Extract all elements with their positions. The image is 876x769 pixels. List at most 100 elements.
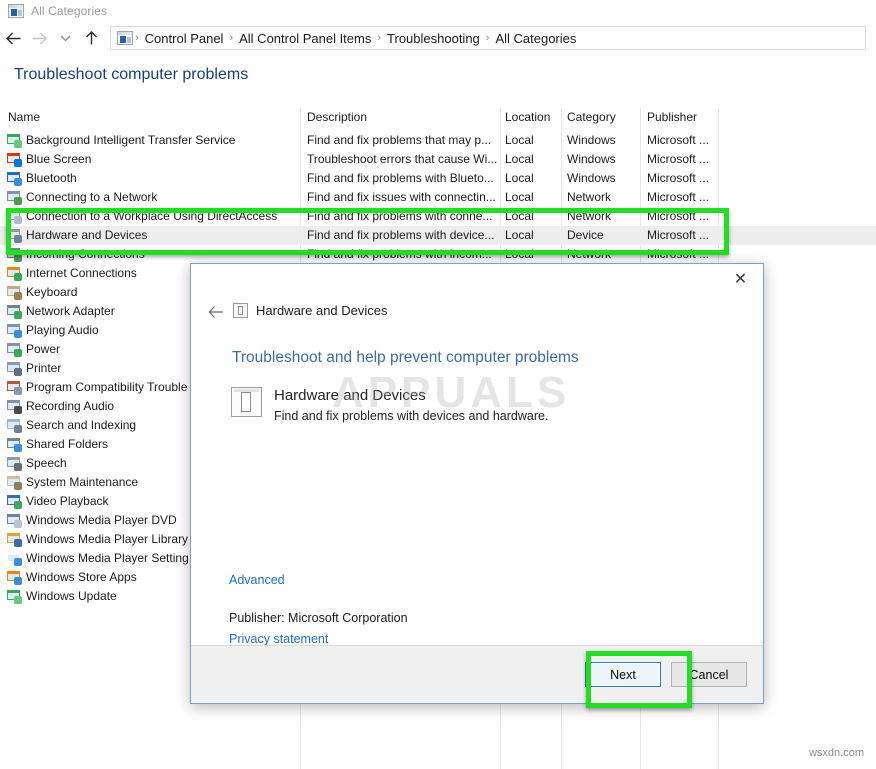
- table-row[interactable]: Blue Screen Troubleshoot errors that caus…: [0, 150, 876, 169]
- speech-icon: [7, 456, 22, 471]
- list-column-headers: Name Description Location Category Publi…: [0, 110, 876, 128]
- workplace-icon: [7, 209, 22, 224]
- next-button[interactable]: Next: [585, 662, 661, 687]
- cell-name: Program Compatibility Trouble: [26, 380, 188, 394]
- table-row[interactable]: Connection to a Workplace Using DirectAc…: [0, 207, 876, 226]
- bits-icon: [7, 133, 22, 148]
- control-panel-icon: [8, 4, 24, 18]
- cell-description: Find and fix problems that may p...: [307, 133, 492, 147]
- cell-name: Network Adapter: [26, 304, 115, 318]
- cell-publisher: Microsoft ...: [647, 228, 710, 242]
- cell-name: Windows Media Player DVD: [26, 513, 177, 527]
- address-control-panel-icon: [117, 31, 133, 45]
- column-header-category[interactable]: Category: [567, 110, 616, 124]
- internet-icon: [7, 266, 22, 281]
- cell-name: Printer: [26, 361, 62, 375]
- dialog-footer: Next Cancel: [191, 645, 763, 703]
- cell-location: Local: [505, 133, 534, 147]
- printer-icon: [7, 361, 22, 376]
- cell-category: Windows: [567, 171, 616, 185]
- window-title: All Categories: [31, 4, 108, 18]
- cell-location: Local: [505, 209, 534, 223]
- breadcrumb-all-categories[interactable]: All Categories: [491, 31, 580, 46]
- table-row[interactable]: Incoming Connections Find and fix problem…: [0, 245, 876, 264]
- cell-publisher: Microsoft ...: [647, 133, 710, 147]
- incoming-icon: [7, 247, 22, 262]
- dialog-title: Hardware and Devices: [256, 303, 388, 318]
- network-icon: [7, 190, 22, 205]
- cell-name: Power: [26, 342, 61, 356]
- cell-name: Background Intelligent Transfer Service: [26, 133, 236, 147]
- keyboard-icon: [7, 285, 22, 300]
- column-header-location[interactable]: Location: [505, 110, 550, 124]
- watermark-corner: wsxdn.com: [808, 747, 864, 759]
- column-header-description[interactable]: Description: [307, 110, 367, 124]
- table-row[interactable]: Bluetooth Find and fix problems with Blue…: [0, 169, 876, 188]
- bluetooth-icon: [7, 171, 22, 186]
- cell-publisher: Microsoft ...: [647, 247, 710, 261]
- table-row[interactable]: Background Intelligent Transfer Service F…: [0, 131, 876, 150]
- cell-name: Windows Media Player Library: [26, 532, 189, 546]
- cell-name: System Maintenance: [26, 475, 139, 489]
- dialog-publisher: Publisher: Microsoft Corporation: [229, 611, 408, 625]
- cell-location: Local: [505, 228, 534, 242]
- program-compat-icon: [7, 380, 22, 395]
- cell-name: Bluetooth: [26, 171, 77, 185]
- cell-name: Blue Screen: [26, 152, 92, 166]
- column-header-name[interactable]: Name: [8, 110, 40, 124]
- dialog-back-arrow-icon[interactable]: [203, 299, 229, 325]
- table-row[interactable]: Connecting to a Network Find and fix issu…: [0, 188, 876, 207]
- cell-category: Device: [567, 228, 604, 242]
- column-header-publisher[interactable]: Publisher: [647, 110, 697, 124]
- cell-publisher: Microsoft ...: [647, 190, 710, 204]
- power-icon: [7, 342, 22, 357]
- cell-location: Local: [505, 190, 534, 204]
- cell-name: Internet Connections: [26, 266, 137, 280]
- breadcrumb-all-control-panel-items[interactable]: All Control Panel Items: [235, 31, 375, 46]
- privacy-statement-link[interactable]: Privacy statement: [229, 632, 328, 646]
- breadcrumb-separator: ›: [377, 32, 382, 44]
- cell-name: Windows Media Player Setting: [26, 551, 189, 565]
- cell-location: Local: [505, 152, 534, 166]
- breadcrumb-troubleshooting[interactable]: Troubleshooting: [383, 31, 484, 46]
- cell-name: Search and Indexing: [26, 418, 137, 432]
- back-arrow-icon[interactable]: [0, 25, 26, 51]
- breadcrumb-control-panel[interactable]: Control Panel: [141, 31, 228, 46]
- store-icon: [7, 570, 22, 585]
- cell-description: Find and fix problems with incom...: [307, 247, 492, 261]
- system-maintenance-icon: [7, 475, 22, 490]
- windows-update-icon: [7, 589, 22, 604]
- dialog-heading: Troubleshoot and help prevent computer p…: [232, 349, 579, 366]
- chevron-down-icon[interactable]: [52, 25, 78, 51]
- cell-location: Local: [505, 171, 534, 185]
- cell-name: Windows Store Apps: [26, 570, 137, 584]
- breadcrumb-separator: ›: [135, 32, 139, 44]
- cell-name: Video Playback: [26, 494, 109, 508]
- address-bar[interactable]: › Control Panel › All Control Panel Item…: [110, 26, 866, 50]
- windows-logo-icon: [7, 152, 22, 167]
- table-row[interactable]: Hardware and Devices Find and fix problem…: [0, 226, 876, 245]
- cell-description: Find and fix problems with conne...: [307, 209, 493, 223]
- device-icon: [231, 387, 262, 417]
- search-icon: [7, 418, 22, 433]
- cell-name: Hardware and Devices: [26, 228, 148, 242]
- shared-folders-icon: [7, 437, 22, 452]
- dialog-title-row: Hardware and Devices: [233, 303, 388, 318]
- forward-arrow-icon[interactable]: [26, 25, 52, 51]
- cell-description: Find and fix problems with device...: [307, 228, 495, 242]
- cancel-button[interactable]: Cancel: [671, 662, 747, 687]
- cell-name: Recording Audio: [26, 399, 115, 413]
- cell-name: Keyboard: [26, 285, 78, 299]
- close-icon[interactable]: ✕: [718, 264, 763, 294]
- cell-location: Local: [505, 247, 534, 261]
- troubleshooter-dialog: ✕ Hardware and Devices Troubleshoot and …: [190, 263, 764, 704]
- device-icon: [7, 228, 22, 243]
- cell-category: Network: [567, 190, 612, 204]
- troubleshooter-name: Hardware and Devices: [274, 387, 426, 404]
- cell-publisher: Microsoft ...: [647, 152, 710, 166]
- up-arrow-icon[interactable]: [78, 25, 104, 51]
- cell-name: Incoming Connections: [26, 247, 145, 261]
- troubleshooter-description: Find and fix problems with devices and h…: [274, 409, 549, 423]
- advanced-link[interactable]: Advanced: [229, 573, 285, 587]
- cell-category: Windows: [567, 133, 616, 147]
